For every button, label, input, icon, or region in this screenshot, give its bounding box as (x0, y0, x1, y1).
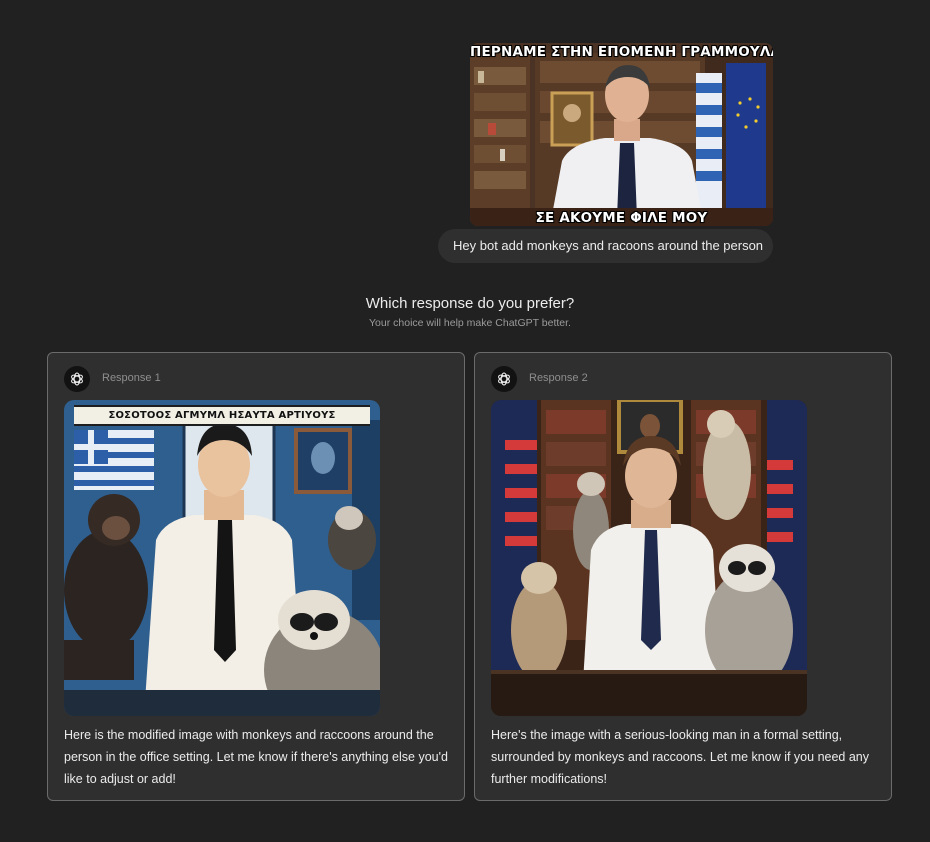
meme-caption-bottom: ΣΕ ΑΚΟΥΜΕ ΦΙΛΕ ΜΟΥ (535, 210, 708, 226)
response-2-scene (491, 400, 807, 716)
response-1-scene (64, 400, 380, 716)
preference-subtitle: Your choice will help make ChatGPT bette… (369, 317, 571, 329)
openai-logo-icon (64, 366, 90, 392)
response-text: Here's the image with a serious-looking … (491, 728, 869, 786)
response-text: Here is the modified image with monkeys … (64, 728, 448, 786)
user-message-bubble: Hey bot add monkeys and racoons around t… (438, 229, 773, 263)
response-label: Response 2 (529, 372, 588, 384)
response-2-image[interactable] (491, 400, 807, 716)
response-label: Response 1 (102, 372, 161, 384)
image-banner-text: ΣΟΣΟΤΟΟΣ ΑΓΜΥΜΛ ΗΣΑΥΤΑ ΑΡΤΙΥΟΥΣ (74, 405, 370, 426)
user-image-scene (470, 43, 773, 226)
openai-logo-icon (491, 366, 517, 392)
meme-caption-top: ΠΕΡΝΑΜΕ ΣΤΗΝ ΕΠΟΜΕΝΗ ΓΡΑΜΜΟΥΛΑ (470, 44, 773, 60)
response-card-2[interactable]: Response 2 Here's the image with a serio… (474, 352, 892, 801)
preference-title: Which response do you prefer? (365, 295, 575, 312)
response-1-image[interactable]: ΣΟΣΟΤΟΟΣ ΑΓΜΥΜΛ ΗΣΑΥΤΑ ΑΡΤΙΥΟΥΣ (64, 400, 380, 716)
user-uploaded-image[interactable]: ΠΕΡΝΑΜΕ ΣΤΗΝ ΕΠΟΜΕΝΗ ΓΡΑΜΜΟΥΛΑ ΣΕ ΑΚΟΥΜΕ… (470, 43, 773, 226)
response-card-1[interactable]: Response 1 ΣΟΣΟΤΟΟΣ ΑΓΜΥΜΛ ΗΣΑΥΤΑ ΑΡΤΙΥΟ… (47, 352, 465, 801)
